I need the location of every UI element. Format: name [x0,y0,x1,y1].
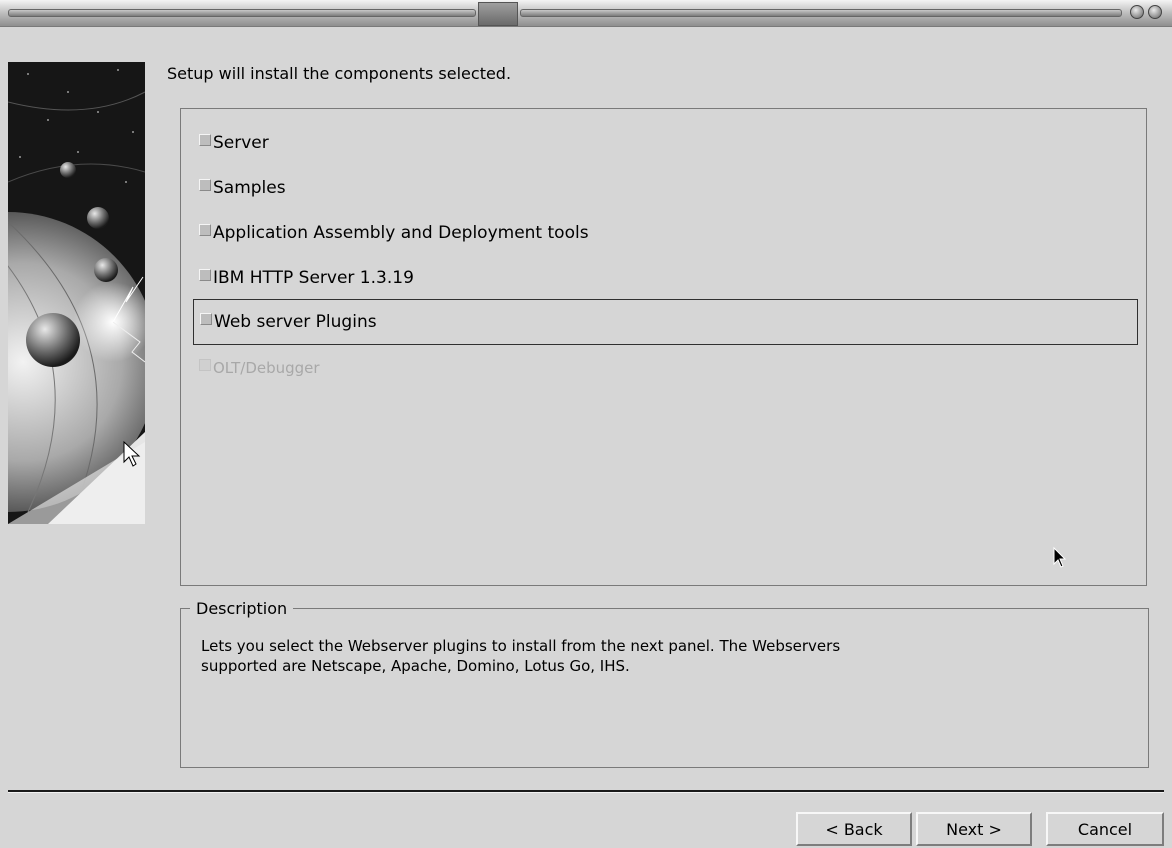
description-line: supported are Netscape, Apache, Domino, … [201,657,630,675]
title-bar-groove-left [8,9,476,17]
installer-window: Setup will install the components select… [0,0,1172,848]
component-label: Web server Plugins [214,312,377,332]
footer-separator [8,790,1164,793]
component-assembly-deployment-tools[interactable]: Application Assembly and Deployment tool… [193,217,1137,249]
component-ibm-http-server[interactable]: IBM HTTP Server 1.3.19 [193,262,1137,294]
title-bar-handle[interactable] [478,2,518,26]
description-line: Lets you select the Webserver plugins to… [201,637,841,655]
checkbox[interactable] [199,269,211,281]
description-legend: Description [190,598,294,620]
page-heading: Setup will install the components select… [167,64,512,83]
checkbox [199,359,211,371]
component-label: Server [213,133,269,153]
component-samples[interactable]: Samples [193,172,1137,204]
checkbox[interactable] [199,179,211,191]
component-label: OLT/Debugger [213,359,320,377]
title-bar-groove-right [520,9,1122,17]
arrow-cursor-icon [123,440,141,467]
back-button[interactable]: < Back [796,812,912,846]
title-bar[interactable] [0,0,1172,27]
arrow-cursor-icon [1053,546,1067,568]
description-group [180,608,1149,768]
close-icon[interactable] [1148,5,1162,19]
description-text: Lets you select the Webserver plugins to… [201,636,1131,676]
component-list: Server Samples Application Assembly and … [180,108,1147,586]
checkbox[interactable] [199,224,211,236]
cancel-button[interactable]: Cancel [1046,812,1164,846]
component-web-server-plugins[interactable]: Web server Plugins [193,299,1138,345]
component-server[interactable]: Server [193,127,1137,159]
minimize-icon[interactable] [1130,5,1144,19]
component-olt-debugger: OLT/Debugger [193,352,1137,384]
checkbox[interactable] [199,134,211,146]
next-button[interactable]: Next > [916,812,1032,846]
component-label: Samples [213,178,286,198]
checkbox[interactable] [200,313,212,325]
component-label: Application Assembly and Deployment tool… [213,223,589,243]
component-label: IBM HTTP Server 1.3.19 [213,268,414,288]
